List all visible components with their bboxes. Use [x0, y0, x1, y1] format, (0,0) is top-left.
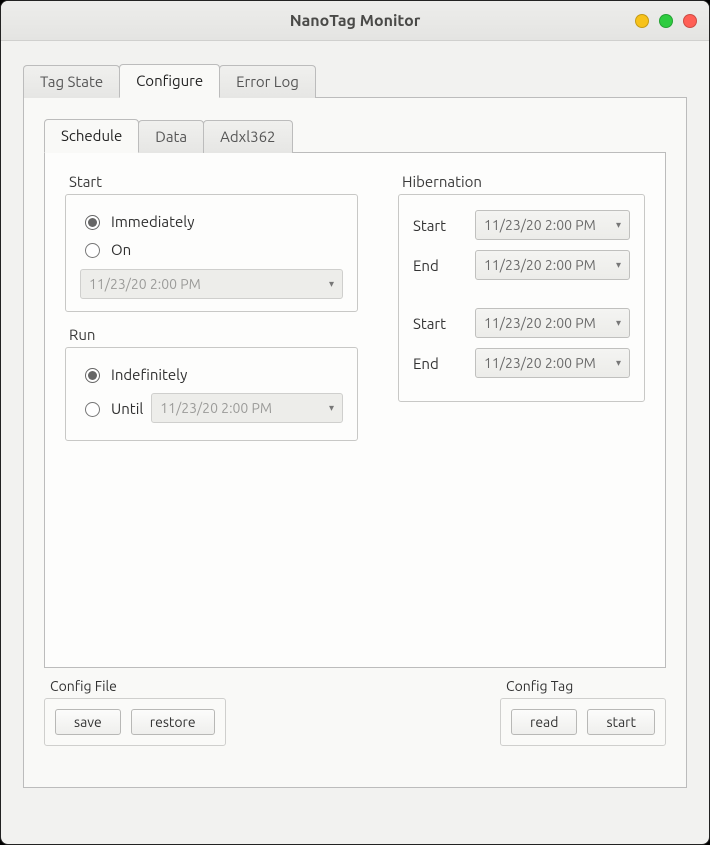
- client-area: Tag State Configure Error Log Schedule D…: [1, 41, 709, 806]
- tab-data[interactable]: Data: [138, 120, 204, 153]
- schedule-panel: Start Immediately On 11/23/20: [44, 153, 666, 668]
- hib1-start-datetime[interactable]: 11/23/20 2:00 PM ▾: [475, 210, 630, 240]
- hib2-end-datetime[interactable]: 11/23/20 2:00 PM ▾: [475, 348, 630, 378]
- start-on-label: On: [111, 241, 131, 258]
- main-tabs: Tag State Configure Error Log: [23, 63, 687, 98]
- window-controls: [635, 14, 697, 28]
- hib1-start-label: Start: [413, 217, 463, 234]
- hib2-start-datetime[interactable]: 11/23/20 2:00 PM ▾: [475, 308, 630, 338]
- start-group-label: Start: [65, 173, 358, 190]
- config-file-group: Config File save restore: [44, 678, 226, 746]
- hib1-end-label: End: [413, 257, 463, 274]
- start-button[interactable]: start: [587, 709, 655, 735]
- chevron-down-icon: ▾: [329, 278, 334, 290]
- hib1-start-datetime-value: 11/23/20 2:00 PM: [484, 217, 596, 233]
- chevron-down-icon: ▾: [329, 402, 334, 414]
- run-until-datetime[interactable]: 11/23/20 2:00 PM ▾: [151, 393, 343, 423]
- hib2-end-datetime-value: 11/23/20 2:00 PM: [484, 355, 596, 371]
- hibernation-group-box: Start 11/23/20 2:00 PM ▾ End 11/23/20 2:…: [398, 194, 645, 402]
- config-tag-box: read start: [500, 698, 666, 746]
- save-button[interactable]: save: [55, 709, 121, 735]
- chevron-down-icon: ▾: [616, 317, 621, 329]
- start-group-box: Immediately On 11/23/20 2:00 PM ▾: [65, 194, 358, 312]
- window-title: NanoTag Monitor: [290, 12, 421, 30]
- config-file-box: save restore: [44, 698, 226, 746]
- config-file-label: Config File: [44, 678, 226, 694]
- run-group-label: Run: [65, 326, 358, 343]
- tab-error-log[interactable]: Error Log: [219, 65, 316, 98]
- tab-configure[interactable]: Configure: [119, 64, 220, 98]
- run-until-datetime-value: 11/23/20 2:00 PM: [160, 400, 272, 416]
- run-until-label: Until: [111, 400, 143, 417]
- minimize-icon[interactable]: [635, 14, 649, 28]
- start-on-datetime-value: 11/23/20 2:00 PM: [89, 276, 201, 292]
- start-immediately-label: Immediately: [111, 213, 194, 230]
- close-icon[interactable]: [683, 14, 697, 28]
- start-immediately-radio[interactable]: [85, 215, 100, 230]
- tab-tag-state[interactable]: Tag State: [23, 65, 120, 98]
- config-tag-label: Config Tag: [500, 678, 666, 694]
- chevron-down-icon: ▾: [616, 219, 621, 231]
- configure-panel: Schedule Data Adxl362 Start Immediately: [23, 98, 687, 788]
- read-button[interactable]: read: [511, 709, 577, 735]
- restore-button[interactable]: restore: [131, 709, 215, 735]
- run-group-box: Indefinitely Until 11/23/20 2:00 PM ▾: [65, 347, 358, 441]
- bottom-button-row: Config File save restore Config Tag read…: [44, 678, 666, 746]
- titlebar: NanoTag Monitor: [1, 1, 709, 41]
- chevron-down-icon: ▾: [616, 357, 621, 369]
- hib2-start-datetime-value: 11/23/20 2:00 PM: [484, 315, 596, 331]
- tab-schedule[interactable]: Schedule: [44, 119, 139, 153]
- start-on-radio[interactable]: [85, 243, 100, 258]
- run-indefinitely-radio[interactable]: [85, 368, 100, 383]
- hibernation-group-label: Hibernation: [398, 173, 645, 190]
- hib1-end-datetime-value: 11/23/20 2:00 PM: [484, 257, 596, 273]
- chevron-down-icon: ▾: [616, 259, 621, 271]
- run-indefinitely-label: Indefinitely: [111, 366, 187, 383]
- config-tag-group: Config Tag read start: [500, 678, 666, 746]
- inner-tabs: Schedule Data Adxl362: [44, 118, 666, 153]
- run-until-radio[interactable]: [85, 402, 100, 417]
- maximize-icon[interactable]: [659, 14, 673, 28]
- tab-adxl362[interactable]: Adxl362: [203, 120, 292, 153]
- hib1-end-datetime[interactable]: 11/23/20 2:00 PM ▾: [475, 250, 630, 280]
- start-on-datetime[interactable]: 11/23/20 2:00 PM ▾: [80, 269, 343, 299]
- hib2-start-label: Start: [413, 315, 463, 332]
- app-window: NanoTag Monitor Tag State Configure Erro…: [0, 0, 710, 845]
- hib2-end-label: End: [413, 355, 463, 372]
